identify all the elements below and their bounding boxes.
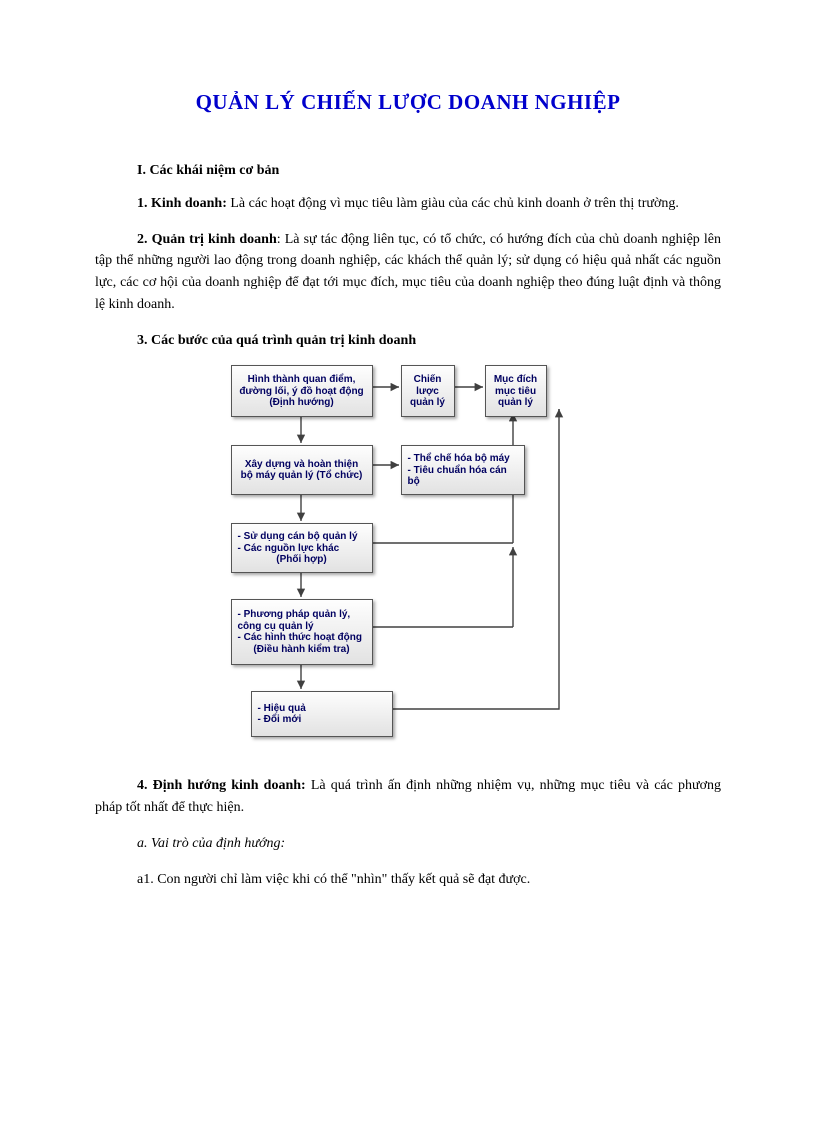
flow-box-6-l2: - Các nguồn lực khác xyxy=(238,543,366,555)
section-heading-1: I. Các khái niệm cơ bản xyxy=(95,163,721,179)
definition-3-heading: 3. Các bước của quá trình quản trị kinh … xyxy=(95,333,721,349)
flow-box-6-l3: (Phối hợp) xyxy=(238,554,366,566)
flow-box-6-l1: - Sử dụng cán bộ quản lý xyxy=(238,531,366,543)
flow-box-2-text: Chiến lược quản lý xyxy=(408,374,448,409)
flow-box-4-text: Xây dựng và hoàn thiện bộ máy quản lý (T… xyxy=(238,459,366,482)
document-page: QUẢN LÝ CHIẾN LƯỢC DOANH NGHIỆP I. Các k… xyxy=(0,0,816,964)
flow-box-7-l1: - Phương pháp quản lý, công cụ quản lý xyxy=(238,609,366,632)
definition-4: 4. Định hướng kinh doanh: Là quá trình ấ… xyxy=(95,775,721,818)
flow-box-3: Mục đích mục tiêu quản lý xyxy=(485,365,547,417)
flow-box-4: Xây dựng và hoàn thiện bộ máy quản lý (T… xyxy=(231,445,373,495)
def1-label: 1. Kinh doanh: xyxy=(137,196,227,211)
def2-label: 2. Quản trị kinh doanh xyxy=(137,232,277,247)
sub-a-text: a. Vai trò của định hướng: xyxy=(137,836,285,851)
flow-box-3-text: Mục đích mục tiêu quản lý xyxy=(492,374,540,409)
sub-a: a. Vai trò của định hướng: xyxy=(95,833,721,855)
flow-box-7-l3: (Điều hành kiểm tra) xyxy=(238,644,366,656)
flow-box-5: - Thể chế hóa bộ máy - Tiêu chuẩn hóa cá… xyxy=(401,445,525,495)
flow-box-1: Hình thành quan điểm, đường lối, ý đồ ho… xyxy=(231,365,373,417)
flow-box-8: - Hiệu quả - Đổi mới xyxy=(251,691,393,737)
def4-label: 4. Định hướng kinh doanh: xyxy=(137,778,306,793)
flow-box-5-l1: - Thể chế hóa bộ máy xyxy=(408,453,518,465)
document-title: QUẢN LÝ CHIẾN LƯỢC DOANH NGHIỆP xyxy=(95,90,721,115)
flow-box-8-l1: - Hiệu quả xyxy=(258,703,386,715)
flowchart: Hình thành quan điểm, đường lối, ý đồ ho… xyxy=(211,363,606,753)
definition-1: 1. Kinh doanh: Là các hoạt động vì mục t… xyxy=(95,193,721,215)
definition-2: 2. Quản trị kinh doanh: Là sự tác động l… xyxy=(95,229,721,316)
flow-box-1-text: Hình thành quan điểm, đường lối, ý đồ ho… xyxy=(238,374,366,409)
flow-box-6: - Sử dụng cán bộ quản lý - Các nguồn lực… xyxy=(231,523,373,573)
flow-box-7-l2: - Các hình thức hoạt động xyxy=(238,632,366,644)
flow-box-2: Chiến lược quản lý xyxy=(401,365,455,417)
flow-box-8-l2: - Đổi mới xyxy=(258,714,386,726)
flow-box-7: - Phương pháp quản lý, công cụ quản lý -… xyxy=(231,599,373,665)
sub-a1-text: a1. Con người chỉ làm việc khi có thể "n… xyxy=(137,872,530,887)
sub-a1: a1. Con người chỉ làm việc khi có thể "n… xyxy=(95,869,721,891)
def1-text: Là các hoạt động vì mục tiêu làm giàu củ… xyxy=(227,196,679,211)
flow-box-5-l2: - Tiêu chuẩn hóa cán bộ xyxy=(408,465,518,488)
flowchart-container: Hình thành quan điểm, đường lối, ý đồ ho… xyxy=(95,363,721,753)
